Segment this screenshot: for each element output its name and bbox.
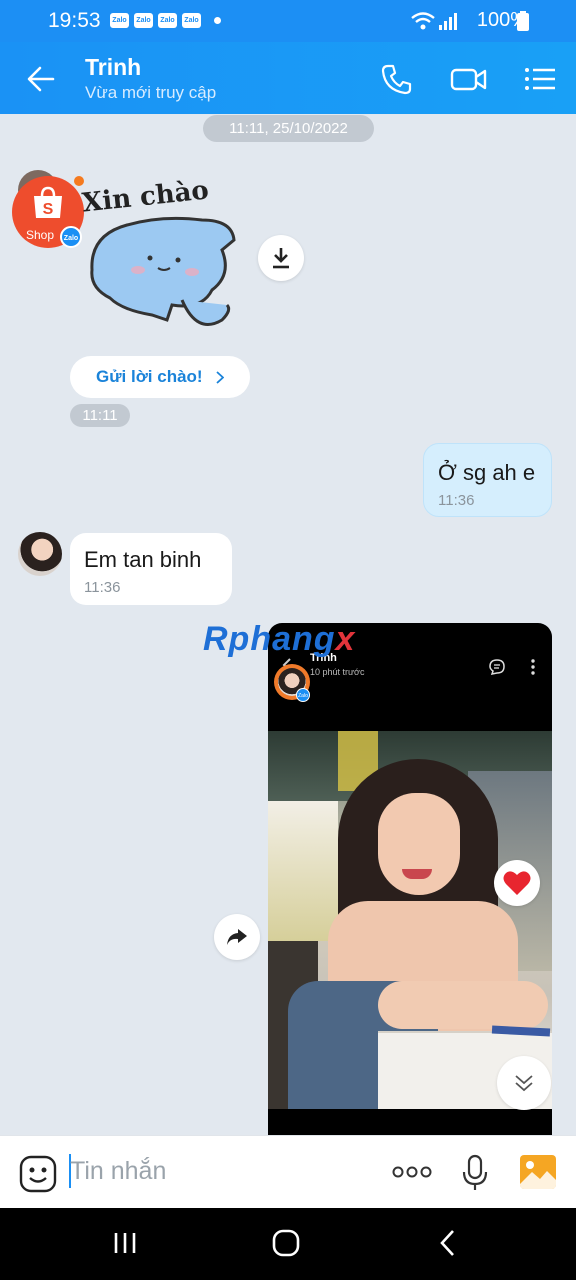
presence-status: Vừa mới truy cập <box>85 83 217 102</box>
message-bubble-incoming[interactable]: Em tan binh 11:36 <box>70 533 232 605</box>
shop-label: Shop <box>26 228 55 242</box>
zalo-notification-icon: Zalo <box>182 13 201 28</box>
double-chevron-down-icon <box>515 1075 533 1092</box>
more-vertical-icon <box>531 659 535 675</box>
watermark: Rphangx <box>203 620 356 658</box>
nav-back-icon[interactable] <box>438 1229 456 1257</box>
shared-image[interactable]: Zalo Trinh 10 phút trước <box>268 623 552 1135</box>
phone-icon[interactable] <box>380 62 414 96</box>
status-time: 19:53 <box>48 9 101 32</box>
status-bar: 19:53 Zalo Zalo Zalo Zalo 100% <box>0 0 576 42</box>
svg-text:S: S <box>43 201 54 218</box>
shopee-bag-icon: S <box>34 186 62 218</box>
zalo-badge: Zalo <box>60 226 82 248</box>
story-photo <box>268 731 552 1109</box>
signal-icon <box>439 13 457 30</box>
battery-icon <box>517 11 529 31</box>
greeting-time: 11:11 <box>70 404 130 427</box>
download-button[interactable] <box>258 235 304 281</box>
share-arrow-icon <box>227 929 247 945</box>
message-time: 11:36 <box>84 579 121 596</box>
message-text: Ở sg ah e <box>438 460 536 485</box>
microphone-icon[interactable] <box>462 1154 488 1192</box>
more-options-icon[interactable] <box>392 1166 432 1178</box>
story-time: 10 phút trước <box>310 667 365 677</box>
chevron-right-icon <box>216 371 224 384</box>
zalo-notification-icon: Zalo <box>134 13 153 28</box>
date-separator: 11:11, 25/10/2022 <box>203 115 374 142</box>
message-input[interactable]: Tin nhắn <box>70 1157 166 1186</box>
contact-name[interactable]: Trinh <box>85 54 141 81</box>
zalo-badge: Zalo <box>296 688 310 702</box>
scroll-to-bottom-button[interactable] <box>497 1056 551 1110</box>
back-arrow-icon[interactable] <box>26 64 56 94</box>
send-greeting-button[interactable]: Gửi lời chào! <box>70 356 250 398</box>
greeting-sticker[interactable]: Xin chào <box>81 175 242 340</box>
reaction-heart-button[interactable] <box>494 860 540 906</box>
wifi-icon <box>411 12 435 30</box>
comment-icon <box>489 659 505 675</box>
system-nav-bar <box>0 1208 576 1280</box>
shop-avatar[interactable]: S Shop Zalo <box>12 170 84 258</box>
image-gallery-icon[interactable] <box>519 1154 557 1190</box>
zalo-notification-icon: Zalo <box>158 13 177 28</box>
send-greeting-label: Gửi lời chào! <box>96 367 203 386</box>
message-bubble-outgoing[interactable]: Ở sg ah e 11:36 <box>423 443 552 517</box>
chat-header: Trinh Vừa mới truy cập <box>0 42 576 114</box>
message-input-bar: Tin nhắn <box>0 1135 576 1208</box>
notification-dot-icon <box>214 17 221 24</box>
recent-apps-icon[interactable] <box>112 1230 138 1256</box>
forward-button[interactable] <box>214 914 260 960</box>
sticker-emoji-icon[interactable] <box>19 1155 57 1193</box>
zalo-notification-icon: Zalo <box>110 13 129 28</box>
message-time: 11:36 <box>438 492 475 509</box>
chat-messages[interactable]: 11:11, 25/10/2022 S Shop Zalo Xin chào G… <box>0 114 576 1135</box>
message-text: Em tan binh <box>84 547 202 572</box>
home-icon[interactable] <box>272 1229 300 1257</box>
menu-list-icon[interactable] <box>523 62 557 96</box>
heart-icon <box>503 871 531 895</box>
download-icon <box>273 248 289 269</box>
video-call-icon[interactable] <box>450 62 488 96</box>
contact-avatar[interactable] <box>18 532 62 576</box>
